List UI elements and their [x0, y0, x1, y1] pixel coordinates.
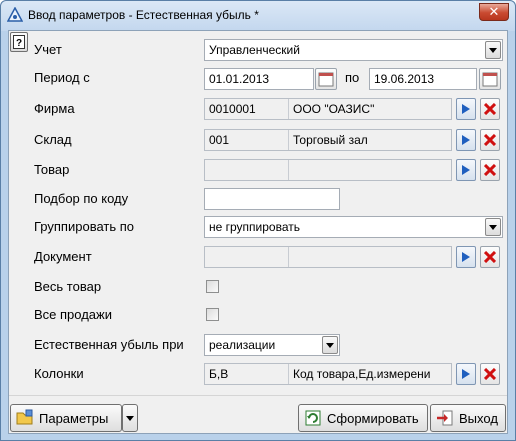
sklad-name: Торговый зал [293, 133, 368, 147]
ubyl-label: Естественная убыль при [34, 337, 184, 352]
period-to-input[interactable]: 19.06.2013 [369, 68, 477, 90]
footer-separator [9, 395, 507, 396]
uchet-dropdown-button[interactable] [485, 41, 501, 59]
sklad-label: Склад [34, 132, 72, 147]
refresh-report-icon [305, 410, 321, 426]
document-label: Документ [34, 249, 92, 264]
close-icon [484, 368, 496, 380]
chevron-down-icon [326, 342, 334, 348]
help-glyph: ? [16, 38, 22, 49]
tovar-clear-button[interactable] [480, 159, 500, 181]
ves-tovar-label: Весь товар [34, 279, 102, 294]
group-select[interactable]: не группировать [204, 216, 503, 238]
group-dropdown-button[interactable] [485, 218, 501, 236]
firma-code: 0010001 [205, 99, 289, 119]
window-title: Ввод параметров - Естественная убыль * [28, 8, 259, 22]
ubyl-dropdown-button[interactable] [322, 336, 338, 354]
chevron-down-icon [489, 47, 497, 53]
period-to-calendar-button[interactable] [479, 68, 501, 90]
vse-prodazhi-checkbox[interactable] [206, 308, 219, 321]
podbor-label: Подбор по коду [34, 191, 129, 206]
document-name [289, 247, 451, 267]
tovar-select-button[interactable] [456, 159, 476, 181]
close-icon [484, 251, 496, 263]
exit-button[interactable]: Выход [430, 404, 506, 432]
close-icon [484, 103, 496, 115]
kolonki-label: Колонки [34, 366, 84, 381]
tovar-label: Товар [34, 162, 70, 177]
ves-tovar-checkbox[interactable] [206, 280, 219, 293]
sklad-field[interactable]: 001 Торговый зал [204, 129, 452, 151]
kolonki-select-button[interactable] [456, 363, 476, 385]
firma-name: ООО "ОАЗИС" [293, 102, 375, 116]
period-from-value: 01.01.2013 [209, 72, 270, 86]
dialog-client: ? Учет Управленческий Период с 01.01.201… [8, 30, 508, 434]
kolonki-name: Код товара,Ед.измерени [293, 367, 431, 381]
kolonki-code: Б,В [205, 364, 289, 384]
help-button[interactable]: ? [10, 32, 28, 52]
period-from-input[interactable]: 01.01.2013 [204, 68, 314, 90]
dialog-window: Ввод параметров - Естественная убыль * ✕… [0, 0, 516, 441]
kolonki-clear-button[interactable] [480, 363, 500, 385]
firma-field[interactable]: 0010001 ООО "ОАЗИС" [204, 98, 452, 120]
params-button[interactable]: Параметры [10, 404, 122, 432]
tovar-code [205, 160, 289, 180]
ubyl-select[interactable]: реализации [204, 334, 340, 356]
generate-button[interactable]: Сформировать [298, 404, 428, 432]
firma-select-button[interactable] [456, 98, 476, 120]
tovar-name [289, 160, 451, 180]
params-dropdown-button[interactable] [122, 404, 138, 432]
chevron-down-icon [126, 415, 134, 421]
ubyl-value: реализации [209, 338, 276, 352]
title-bar[interactable]: Ввод параметров - Естественная убыль * ✕ [1, 1, 515, 31]
sklad-clear-button[interactable] [480, 129, 500, 151]
podbor-input[interactable] [204, 188, 340, 210]
generate-button-label: Сформировать [327, 410, 419, 426]
document-clear-button[interactable] [480, 246, 500, 268]
vse-prodazhi-label: Все продажи [34, 307, 112, 322]
period-to-value: 19.06.2013 [374, 72, 435, 86]
kolonki-field[interactable]: Б,В Код товара,Ед.измерени [204, 363, 452, 385]
document-field[interactable] [204, 246, 452, 268]
play-arrow-icon [462, 135, 470, 145]
period-from-label: Период с [34, 70, 90, 85]
play-arrow-icon [462, 252, 470, 262]
uchet-value: Управленческий [209, 43, 300, 57]
help-icon: ? [13, 35, 25, 49]
close-button[interactable]: ✕ [479, 3, 509, 21]
play-arrow-icon [462, 165, 470, 175]
play-arrow-icon [462, 104, 470, 114]
group-label: Группировать по [34, 219, 135, 234]
group-value: не группировать [209, 220, 300, 234]
app-icon [7, 7, 23, 22]
sklad-code: 001 [205, 130, 289, 150]
document-code [205, 247, 289, 267]
uchet-select[interactable]: Управленческий [204, 39, 503, 61]
sklad-select-button[interactable] [456, 129, 476, 151]
period-to-label: по [345, 70, 360, 85]
exit-door-icon [437, 410, 453, 426]
document-select-button[interactable] [456, 246, 476, 268]
chevron-down-icon [489, 224, 497, 230]
folder-settings-icon [16, 409, 33, 425]
uchet-label: Учет [34, 42, 62, 57]
calendar-icon [482, 72, 498, 87]
exit-button-label: Выход [459, 410, 498, 426]
tovar-field[interactable] [204, 159, 452, 181]
period-from-calendar-button[interactable] [315, 68, 337, 90]
firma-clear-button[interactable] [480, 98, 500, 120]
close-icon [484, 134, 496, 146]
calendar-icon [318, 72, 334, 87]
firma-label: Фирма [34, 101, 75, 116]
params-button-label: Параметры [39, 410, 109, 426]
play-arrow-icon [462, 369, 470, 379]
close-icon [484, 164, 496, 176]
